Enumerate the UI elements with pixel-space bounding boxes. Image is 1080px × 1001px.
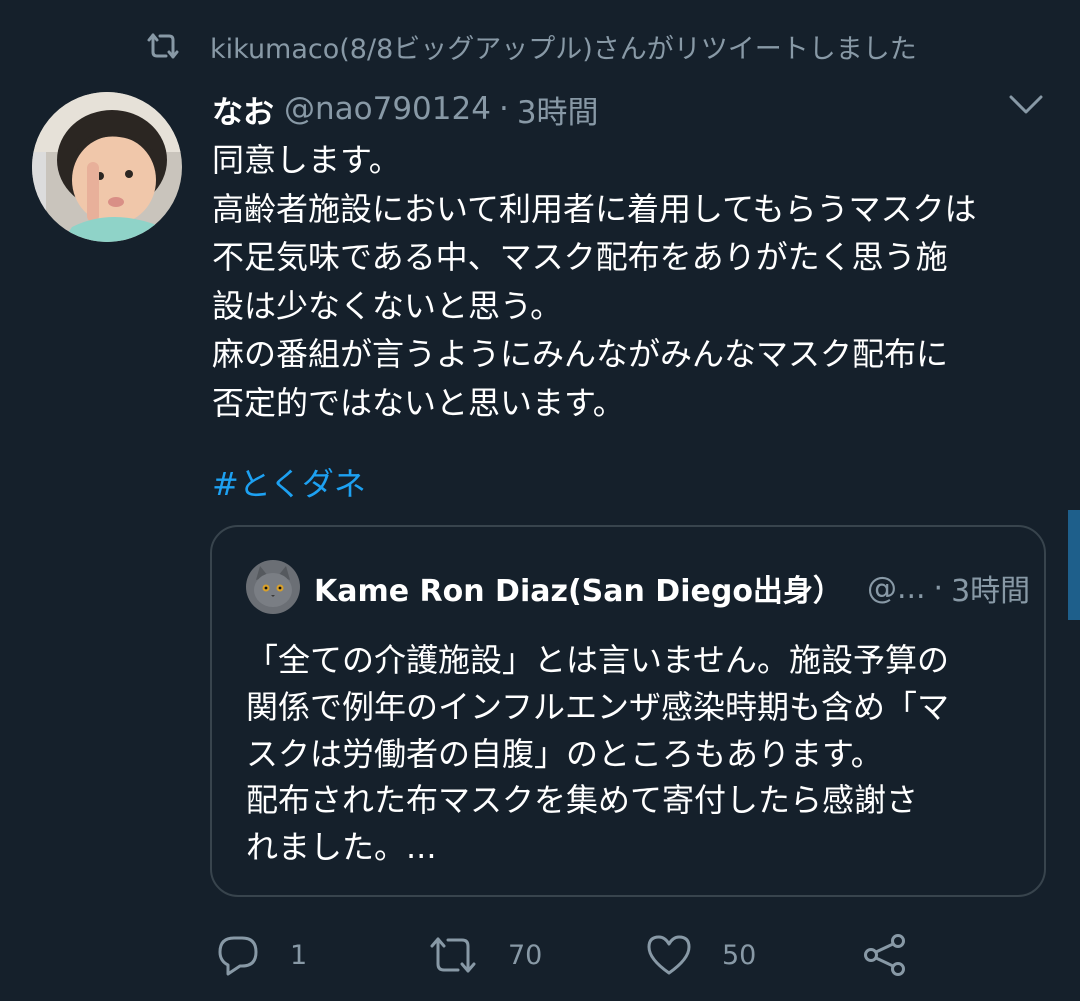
author-name[interactable]: なお: [212, 87, 274, 132]
like-count: 50: [722, 939, 757, 971]
reply-button[interactable]: 1: [216, 930, 307, 980]
tweet-text-line: 否定的ではないと思います。: [212, 383, 625, 422]
tweet-text-line: 同意します。: [212, 141, 401, 179]
tweet-time[interactable]: 3時間: [517, 87, 599, 132]
quoted-tweet-card[interactable]: Kame Ron Diaz(San Diego出身） @... · 3時間 「全…: [210, 525, 1046, 897]
chevron-down-icon[interactable]: [1004, 88, 1048, 122]
quoted-tweet-header: Kame Ron Diaz(San Diego出身） @... · 3時間: [314, 563, 1030, 613]
user-avatar[interactable]: [32, 92, 182, 242]
quoted-text-line: 配布された布マスクを集めて寄付したら感謝さ: [246, 781, 919, 820]
quoted-text-line: スクは労働者の自腹」のところもあります。: [246, 734, 883, 773]
header-separator: ·: [498, 91, 509, 127]
retweet-icon: [430, 937, 476, 973]
quoted-text-line: 関係で例年のインフルエンザ感染時期も含め「マ: [246, 687, 950, 726]
quoted-tweet-text: 「全ての介護施設」とは言いません。施設予算の 関係で例年のインフルエンザ感染時期…: [246, 637, 1026, 871]
author-handle[interactable]: @nao790124: [284, 91, 491, 127]
reply-icon: [218, 936, 258, 976]
hashtag-link[interactable]: #とくダネ: [212, 460, 366, 508]
retweet-count: 70: [508, 939, 543, 971]
tweet-text-line: 高齢者施設において利用者に着用してもらうマスクは: [212, 189, 977, 228]
retweet-button[interactable]: 70: [428, 930, 542, 980]
tweet-actions-bar: 1 70 50: [0, 920, 1080, 990]
cat-photo: [246, 560, 300, 614]
cat-avatar[interactable]: [246, 560, 300, 614]
quoted-tweet-time[interactable]: 3時間: [951, 566, 1030, 610]
retweet-icon: [147, 33, 179, 59]
tweet-text: 同意します。 高齢者施設において利用者に着用してもらうマスクは 不足気味である中…: [212, 136, 1062, 428]
share-button[interactable]: [862, 930, 908, 980]
tweet-text-line: 設は少なくないと思う。: [212, 286, 563, 325]
quoted-text-line: 「全ての介護施設」とは言いません。施設予算の: [246, 641, 950, 679]
quoted-author-name[interactable]: Kame Ron Diaz(San Diego出身）: [314, 566, 843, 610]
heart-icon: [647, 935, 691, 975]
quoted-text-line: れました。...: [246, 828, 437, 867]
reply-count: 1: [290, 939, 308, 971]
tweet-text-line: 麻の番組が言うようにみんながみんなマスク配布に: [212, 335, 949, 374]
quoted-header-separator: ·: [933, 570, 944, 606]
child-photo: [32, 92, 182, 242]
retweet-banner[interactable]: kikumaco(8/8ビッグアップル)さんがリツイートしました: [146, 26, 917, 66]
tweet-header: なお @nao790124 · 3時間: [212, 84, 599, 134]
quoted-author-handle[interactable]: @...: [867, 571, 926, 606]
like-button[interactable]: 50: [646, 930, 756, 980]
tweet-text-line: 不足気味である中、マスク配布をありがたく思う施: [212, 238, 948, 277]
retweet-banner-text: kikumaco(8/8ビッグアップル)さんがリツイートしました: [210, 33, 917, 65]
share-icon: [864, 934, 905, 976]
scroll-indicator[interactable]: [1068, 510, 1080, 620]
